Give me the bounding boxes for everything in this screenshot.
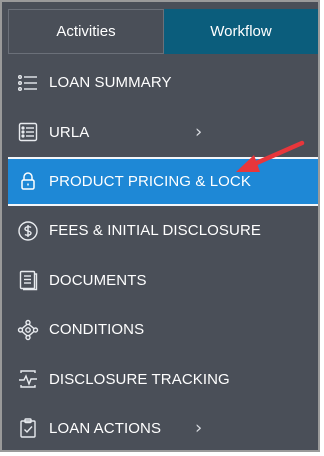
- menu-item-label: LOAN SUMMARY: [49, 74, 172, 92]
- menu-item-fees-initial-disclosure[interactable]: FEES & INITIAL DISCLOSURE: [8, 206, 318, 255]
- menu-item-urla[interactable]: URLA ›: [8, 107, 318, 156]
- tracking-icon: [17, 368, 39, 390]
- menu-item-documents[interactable]: DOCUMENTS: [8, 256, 318, 305]
- menu-item-label: CONDITIONS: [49, 321, 145, 339]
- dollar-circle-icon: [17, 220, 39, 242]
- menu-item-disclosure-tracking[interactable]: DISCLOSURE TRACKING: [8, 354, 318, 403]
- clipboard-check-icon: [17, 417, 39, 439]
- menu-item-loan-actions[interactable]: LOAN ACTIONS ›: [8, 404, 318, 450]
- documents-icon: [17, 269, 39, 291]
- network-icon: [17, 319, 39, 341]
- chevron-right-icon[interactable]: ›: [195, 418, 202, 439]
- menu-item-label: PRODUCT PRICING & LOCK: [49, 172, 251, 190]
- lock-icon: [17, 170, 39, 192]
- menu-item-conditions[interactable]: CONDITIONS: [8, 305, 318, 354]
- tab-bar: Activities Workflow: [8, 9, 318, 54]
- tab-activities[interactable]: Activities: [8, 9, 164, 54]
- chevron-right-icon[interactable]: ›: [195, 122, 202, 143]
- workflow-panel: Activities Workflow LOAN SUMMARY URLA › …: [0, 0, 320, 452]
- menu-item-label: DOCUMENTS: [49, 271, 147, 289]
- menu-item-loan-summary[interactable]: LOAN SUMMARY: [8, 58, 318, 107]
- tab-workflow[interactable]: Workflow: [164, 9, 318, 54]
- menu-item-label: URLA: [49, 123, 90, 141]
- list-icon: [17, 72, 39, 94]
- menu-item-label: FEES & INITIAL DISCLOSURE: [49, 222, 261, 240]
- menu-item-label: DISCLOSURE TRACKING: [49, 370, 230, 388]
- workflow-menu: LOAN SUMMARY URLA › PRODUCT PRICING & LO…: [8, 58, 318, 450]
- menu-item-product-pricing-lock[interactable]: PRODUCT PRICING & LOCK: [8, 156, 318, 207]
- form-icon: [17, 121, 39, 143]
- menu-item-label: LOAN ACTIONS: [49, 419, 162, 437]
